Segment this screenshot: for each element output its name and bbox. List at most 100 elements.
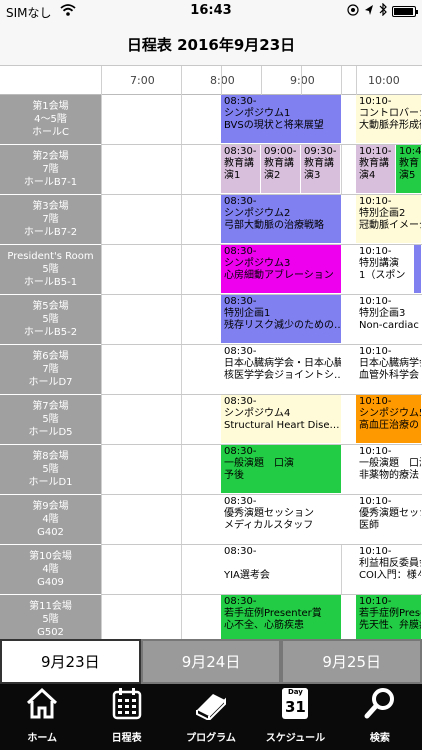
session-time: 08:30-	[224, 246, 257, 257]
room-label-line: ホールD7	[28, 377, 73, 388]
room-label: 第7会場 5階ホールD5	[0, 395, 101, 445]
session-block[interactable]: 08:30- シンポジウム2 弓部大動脈の治療戦略	[221, 195, 342, 244]
room-label-line: G502	[37, 627, 64, 638]
room-label-line: 第6会場	[32, 351, 69, 362]
session-block[interactable]: 10:10-若手症例Presen 先天性、弁膜症	[356, 595, 422, 639]
date-tab[interactable]: 9月25日	[281, 639, 422, 684]
session-title: 日本心臓病学会 血管外科学会	[359, 358, 422, 381]
session-title: 一般演題 口演 非薬物的療法	[359, 458, 421, 481]
session-time: 10:10-	[359, 346, 392, 357]
room-label-line: ホールB7-1	[23, 177, 78, 188]
time-label: 8:00	[210, 74, 235, 87]
date-tab[interactable]: 9月23日	[0, 639, 141, 684]
session-title: シンポジウム4 Structural Heart Dise…	[224, 408, 340, 431]
time-label: 9:00	[290, 74, 315, 87]
session-block[interactable]: 08:30- YIA選考会	[221, 545, 305, 594]
calendar-day-number: 31	[284, 698, 306, 716]
room-label-line: 第2会場	[32, 151, 69, 162]
room-label-line: 5階	[42, 414, 59, 425]
time-label: 7:00	[130, 74, 155, 87]
room-label-line: ホールB5-2	[23, 327, 78, 338]
session-title: 教育講 演3	[304, 158, 334, 181]
session-block[interactable]: 10:10-一般演題 口演 非薬物的療法	[356, 445, 422, 494]
session-title: 教育講 演4	[359, 158, 389, 181]
bottom-nav-home[interactable]: ホーム	[0, 684, 84, 750]
session-block[interactable]: 08:30- 教育講 演1	[221, 145, 261, 194]
session-block[interactable]: 08:30- 若手症例Presenter賞 心不全、心筋疾患	[221, 595, 342, 639]
room-label-line: 4階	[42, 514, 59, 525]
room-label-line: ホールB7-2	[23, 227, 78, 238]
schedule-grid[interactable]: 7:00 8:00 9:00 10:00 第1会場 4～5階 ホールC 第2会場 7階 ホールB…	[0, 66, 422, 639]
bottom-nav-book[interactable]: プログラム	[169, 684, 253, 750]
session-block[interactable]: 10:10- 優秀演題セッシ 医師	[356, 495, 422, 544]
date-tab[interactable]: 9月24日	[140, 639, 282, 684]
session-block[interactable]: 10:10- コントロバーシ 大動脈弁形成術	[356, 95, 422, 144]
page-title: 日程表 2016年9月23日	[126, 36, 296, 54]
bottom-nav-label: ホーム	[27, 733, 58, 744]
time-header: 7:00 8:00 9:00 10:00	[0, 66, 422, 95]
bottom-nav-label: プログラム	[186, 733, 236, 744]
session-title: YIA選考会	[224, 570, 270, 581]
session-block[interactable]: 10:10- シンポジウム5 高血圧治療の	[356, 395, 422, 444]
session-block[interactable]: 10:10- 特別企画3 Non-cardiac	[356, 295, 422, 344]
battery-icon	[392, 5, 418, 17]
bottom-nav-label: スケジュール	[265, 733, 326, 744]
room-label-line: 第7会場	[32, 401, 69, 412]
session-title: 特別企画3 Non-cardiac	[359, 308, 419, 331]
room-label-line: President's Room	[7, 251, 94, 262]
session-time: 10:10-	[359, 446, 392, 457]
room-label-line: 4～5階	[34, 114, 67, 125]
session-block[interactable]: 10:10- 特別企画2 冠動脈イメージ	[356, 195, 422, 244]
session-block[interactable]: 08:30- シンポジウム1 BVSの現状と将来展望	[221, 95, 342, 144]
room-label-line: 第8会場	[32, 451, 69, 462]
room-label: 第2会場 7階ホールB7-1	[0, 145, 101, 195]
room-label-line: 7階	[42, 164, 59, 175]
bottom-nav-calendar-grid[interactable]: 日程表	[84, 684, 168, 750]
session-time: 10:10-	[359, 596, 392, 607]
session-time: 08:30-	[224, 396, 257, 407]
room-label-line: ホールD5	[28, 427, 73, 438]
session-title: 一般演題 口演 予後	[224, 458, 294, 481]
session-title: 教育講 演2	[264, 158, 294, 181]
session-title: 教育 演5	[399, 158, 419, 181]
room-label-line: 第3会場	[32, 201, 69, 212]
session-block[interactable]: 10:10- 教育講 演4	[356, 145, 396, 194]
session-block[interactable]: 08:30- 特別企画1 残存リスク減少のための…	[221, 295, 342, 344]
bottom-nav-calendar-day[interactable]: Day 31 スケジュール	[253, 684, 337, 750]
app-root: SIMなし 16:43 日程表 2016年9月23日 7:00 8:00 9:0…	[0, 0, 422, 750]
room-label-line: 第10会場	[29, 551, 72, 562]
calendar-day-label: Day	[287, 688, 303, 696]
session-block[interactable]: 08:30- 一般演題 口演 予後	[221, 445, 342, 494]
session-block[interactable]: 08:30- シンポジウム3 心房細動アブレーション	[221, 245, 342, 294]
magnifier-icon	[363, 686, 397, 726]
session-time: 08:30-	[224, 146, 257, 157]
session-block[interactable]: 09:00- 教育講 演2	[261, 145, 301, 194]
session-block[interactable]: 08:30- シンポジウム4 Structural Heart Dise…	[221, 395, 342, 444]
room-label: 第9会場 4階 G402	[0, 495, 101, 545]
session-title: シンポジウム1 BVSの現状と将来展望	[224, 108, 324, 131]
session-time: 10:10-	[359, 496, 392, 507]
session-title: 日本心臓病学会・日本心臓 核医学学会ジョイントシ…	[224, 358, 342, 381]
session-block[interactable]: 10:40教育 演5	[396, 145, 422, 194]
session-block[interactable]: 10:10- 日本心臓病学会 血管外科学会	[356, 345, 422, 394]
session-title: 若手症例Presen 先天性、弁膜症	[359, 608, 422, 631]
room-label: President's Room 5階 ホールB5-1	[0, 245, 101, 295]
session-block[interactable]: 10:10- 特別講演 1（スポン	[356, 245, 414, 294]
session-time: 08:30-	[224, 346, 257, 357]
bluetooth-icon	[379, 2, 387, 19]
session-time: 08:30-	[224, 196, 257, 207]
session-time: 10:10-	[359, 396, 392, 407]
session-title: コントロバーシ 大動脈弁形成術	[359, 108, 422, 131]
session-block[interactable]: 10:10- 利益相反委員会 COI入門：様々	[356, 545, 422, 594]
session-title: シンポジウム3 心房細動アブレーション	[224, 258, 334, 281]
home-icon	[25, 686, 59, 726]
room-label-line: 第5会場	[32, 301, 69, 312]
session-block[interactable]: 08:30- 優秀演題セッション メディカルスタッフ	[221, 495, 342, 544]
room-label-line: G402	[37, 527, 64, 538]
session-block[interactable]: 08:30- 日本心臓病学会・日本心臓 核医学学会ジョイントシ…	[221, 345, 342, 394]
bottom-nav-magnifier[interactable]: 検索	[338, 684, 422, 750]
session-block[interactable]	[414, 245, 422, 294]
session-time: 08:30-	[224, 596, 257, 607]
session-block[interactable]: 09:30- 教育講 演3	[301, 145, 341, 194]
session-time: 10:10-	[359, 196, 392, 207]
